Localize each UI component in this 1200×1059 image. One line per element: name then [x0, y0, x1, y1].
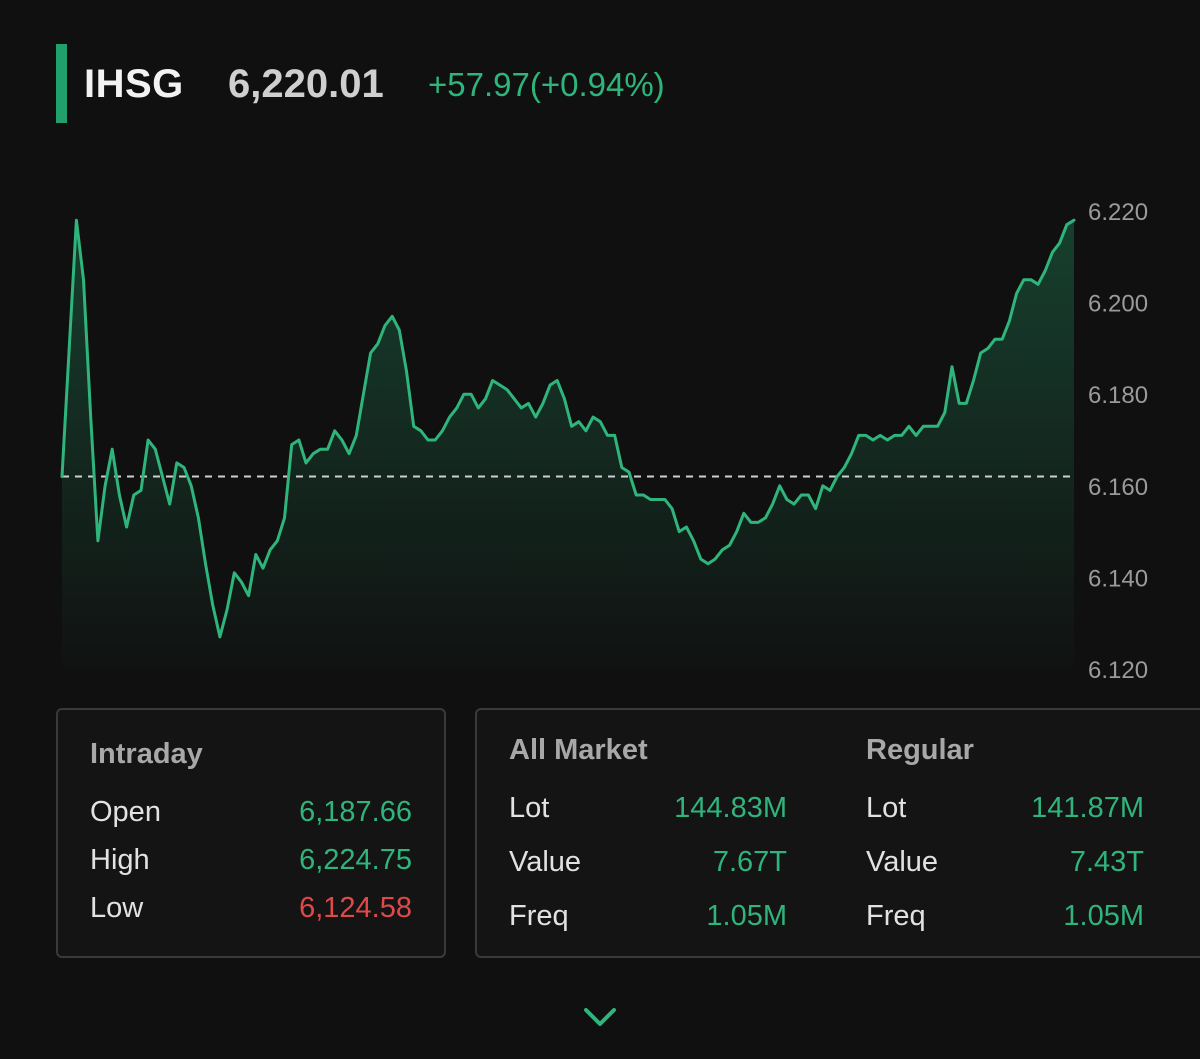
all-market-value-label: Value	[509, 846, 582, 878]
low-value: 6,124.58	[299, 892, 412, 924]
all-market-lot-label: Lot	[509, 792, 550, 824]
quote-header: IHSG 6,220.01 +57.97(+0.94%)	[56, 44, 1156, 124]
all-market-value-value: 7.67T	[712, 846, 787, 878]
all-market-lot-value: 144.83M	[674, 792, 787, 824]
y-axis-ticks: 6.220 6.200 6.180 6.160 6.140 6.120	[1088, 199, 1148, 684]
regular-value-label: Value	[866, 846, 939, 878]
chevron-down-icon[interactable]	[580, 1000, 620, 1032]
high-value: 6,224.75	[299, 844, 412, 876]
high-label: High	[90, 844, 150, 876]
open-label: Open	[90, 796, 161, 828]
price-change: +57.97(+0.94%)	[428, 66, 665, 103]
regular-lot-label: Lot	[866, 792, 907, 824]
ticker-symbol: IHSG	[84, 62, 184, 106]
regular-freq-label: Freq	[866, 900, 926, 932]
regular-freq-value: 1.05M	[1063, 900, 1144, 932]
all-market-freq-value: 1.05M	[706, 900, 787, 932]
y-tick-label: 6.180	[1088, 382, 1148, 409]
accent-bar	[56, 44, 67, 123]
all-market-title: All Market	[509, 734, 648, 766]
open-value: 6,187.66	[299, 796, 412, 828]
regular-lot-value: 141.87M	[1031, 792, 1144, 824]
y-tick-label: 6.120	[1088, 657, 1148, 684]
last-price: 6,220.01	[228, 62, 384, 106]
y-tick-label: 6.200	[1088, 291, 1148, 318]
chart-area-fill	[62, 220, 1074, 669]
intraday-chart[interactable]: 6.220 6.200 6.180 6.160 6.140 6.120	[0, 180, 1200, 700]
all-market-freq-label: Freq	[509, 900, 569, 932]
y-tick-label: 6.140	[1088, 565, 1148, 592]
regular-title: Regular	[866, 734, 974, 766]
intraday-card: Intraday Open 6,187.66 High 6,224.75 Low…	[56, 708, 446, 958]
market-stats-card: All Market Lot 144.83M Value 7.67T Freq …	[475, 708, 1200, 958]
regular-value-value: 7.43T	[1069, 846, 1144, 878]
intraday-title: Intraday	[90, 738, 203, 770]
y-tick-label: 6.160	[1088, 474, 1148, 501]
low-label: Low	[90, 892, 144, 924]
y-tick-label: 6.220	[1088, 199, 1148, 226]
